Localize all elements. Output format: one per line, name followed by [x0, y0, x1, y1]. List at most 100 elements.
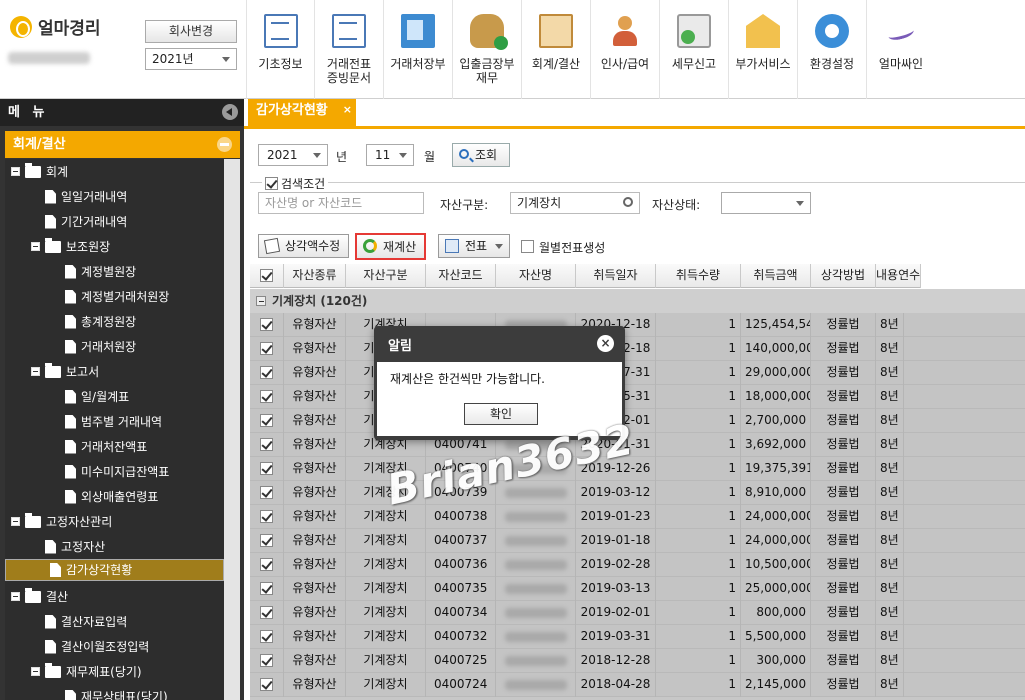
table-row[interactable]: 유형자산 기계장치 0400738 2019-01-23 1 24,000,000 정률법 8…	[250, 505, 1025, 529]
search-icon[interactable]	[623, 197, 633, 207]
toolbar-item-8[interactable]: 부가서비스	[728, 0, 797, 99]
row-checkbox-cell[interactable]	[250, 505, 284, 529]
column-header[interactable]: 자산구분	[346, 264, 426, 288]
row-checkbox-cell[interactable]	[250, 577, 284, 601]
row-checkbox[interactable]	[260, 510, 273, 523]
change-company-button[interactable]: 회사변경	[145, 20, 237, 43]
row-checkbox-cell[interactable]	[250, 361, 284, 385]
year-select[interactable]: 2021	[258, 144, 328, 166]
row-checkbox-cell[interactable]	[250, 409, 284, 433]
group-row[interactable]: 기계장치 (120건)	[250, 289, 1025, 313]
tree-item[interactable]: 범주별 거래내역	[51, 409, 162, 434]
tree-item[interactable]: 일/월계표	[51, 384, 129, 409]
row-checkbox-cell[interactable]	[250, 601, 284, 625]
column-header[interactable]: 내용연수	[876, 264, 922, 288]
collapse-icon[interactable]	[31, 242, 40, 251]
recalculate-button[interactable]: 재계산	[355, 233, 427, 260]
sidebar-section-header[interactable]: 회계/결산	[5, 131, 240, 158]
row-checkbox-cell[interactable]	[250, 385, 284, 409]
collapse-icon[interactable]	[31, 667, 40, 676]
table-row[interactable]: 유형자산기계장치2020-12-181140,000,000정률법8년	[250, 337, 1025, 361]
row-checkbox[interactable]	[260, 582, 273, 595]
voucher-button[interactable]: 전표	[438, 234, 511, 258]
row-checkbox[interactable]	[260, 318, 273, 331]
tree-item[interactable]: 외상매출연령표	[51, 484, 158, 509]
column-header[interactable]: 상각방법	[811, 264, 876, 288]
fiscal-year-select[interactable]: 2021년	[145, 48, 237, 70]
collapse-group-icon[interactable]	[256, 296, 266, 306]
tree-folder[interactable]: 회계	[11, 159, 68, 184]
tree-item[interactable]: 계정별거래처원장	[51, 284, 169, 309]
toolbar-item-9[interactable]: 환경설정	[797, 0, 866, 99]
search-button[interactable]: 조회	[452, 143, 510, 167]
table-row[interactable]: 유형자산기계장치2020-05-31118,000,000정률법8년	[250, 385, 1025, 409]
tree-item[interactable]: 거래처잔액표	[51, 434, 147, 459]
row-checkbox-cell[interactable]	[250, 553, 284, 577]
table-row[interactable]: 유형자산 기계장치 0400732 2019-03-31 1 5,500,000 정률법 8년	[250, 625, 1025, 649]
toolbar-item-4[interactable]: 입출금장부 재무	[452, 0, 521, 99]
column-header[interactable]: 자산코드	[426, 264, 496, 288]
tree-item[interactable]: 미수미지급잔액표	[51, 459, 169, 484]
close-tab-icon[interactable]: ×	[343, 98, 352, 122]
row-checkbox[interactable]	[260, 534, 273, 547]
table-row[interactable]: 유형자산 기계장치 0400724 2018-04-28 1 2,145,000 정률법 8년	[250, 673, 1025, 697]
table-row[interactable]: 유형자산기계장치2020-02-0112,700,000정률법8년	[250, 409, 1025, 433]
table-row[interactable]: 유형자산 기계장치 0400736 2019-02-28 1 10,500,000 정률법 8…	[250, 553, 1025, 577]
toolbar-item-3[interactable]: 거래처장부	[383, 0, 452, 99]
toolbar-item-6[interactable]: 인사/급여	[590, 0, 659, 99]
tree-item[interactable]: 총계정원장	[51, 309, 136, 334]
row-checkbox[interactable]	[260, 342, 273, 355]
toolbar-item-7[interactable]: 세무신고	[659, 0, 728, 99]
column-header[interactable]: 취득일자	[576, 264, 656, 288]
table-row[interactable]: 유형자산 기계장치 0400737 2019-01-18 1 24,000,000 정률법 8…	[250, 529, 1025, 553]
asset-type-input[interactable]: 기계장치	[510, 192, 640, 214]
column-header[interactable]: 자산명	[496, 264, 576, 288]
search-conditions-checkbox[interactable]	[265, 177, 278, 190]
tree-folder[interactable]: 보조원장	[31, 234, 110, 259]
select-all-checkbox[interactable]	[260, 269, 273, 282]
tree-item[interactable]: 계정별원장	[51, 259, 136, 284]
column-header[interactable]: 취득금액	[741, 264, 811, 288]
tree-item[interactable]: 감가상각현황	[5, 559, 224, 581]
ok-button[interactable]: 확인	[464, 403, 538, 425]
row-checkbox[interactable]	[260, 678, 273, 691]
collapse-icon[interactable]	[11, 167, 20, 176]
table-row[interactable]: 유형자산 기계장치 0400734 2019-02-01 1 800,000 정률법 8년	[250, 601, 1025, 625]
table-row[interactable]: 유형자산 기계장치 0400735 2019-03-13 1 25,000,000 정률법 8…	[250, 577, 1025, 601]
row-checkbox[interactable]	[260, 630, 273, 643]
asset-search-input[interactable]: 자산명 or 자산코드	[258, 192, 424, 214]
row-checkbox[interactable]	[260, 606, 273, 619]
table-row[interactable]: 유형자산기계장치2020-12-181125,454,546정률법8년	[250, 313, 1025, 337]
toolbar-item-2[interactable]: 거래전표 증빙문서	[314, 0, 383, 99]
table-row[interactable]: 유형자산 기계장치 0400725 2018-12-28 1 300,000 정률법 8년	[250, 649, 1025, 673]
tree-folder[interactable]: 고정자산관리	[11, 509, 112, 534]
tree-folder[interactable]: 보고서	[31, 359, 99, 384]
collapse-icon[interactable]	[11, 592, 20, 601]
table-row[interactable]: 유형자산 기계장치 0400741 2020-01-31 1 3,692,000 정률법 8년	[250, 433, 1025, 457]
row-checkbox-cell[interactable]	[250, 481, 284, 505]
section-collapse-icon[interactable]	[217, 137, 232, 152]
toolbar-item-1[interactable]: 기초정보	[246, 0, 314, 99]
tree-item[interactable]: 결산이월조정입력	[31, 634, 149, 659]
collapse-icon[interactable]	[31, 367, 40, 376]
monthly-voucher-checkbox[interactable]	[521, 240, 534, 253]
row-checkbox-cell[interactable]	[250, 457, 284, 481]
row-checkbox-cell[interactable]	[250, 433, 284, 457]
tree-item[interactable]: 기간거래내역	[31, 209, 127, 234]
column-header[interactable]: 취득수량	[656, 264, 741, 288]
row-checkbox[interactable]	[260, 462, 273, 475]
tree-item[interactable]: 결산자료입력	[31, 609, 127, 634]
asset-status-select[interactable]	[721, 192, 811, 214]
edit-depreciation-button[interactable]: 상각액수정	[258, 234, 350, 258]
row-checkbox-cell[interactable]	[250, 649, 284, 673]
tree-folder[interactable]: 재무제표(당기)	[31, 659, 142, 684]
column-header[interactable]: 자산종류	[284, 264, 346, 288]
row-checkbox-cell[interactable]	[250, 625, 284, 649]
tree-item[interactable]: 재무상태표(당기)	[51, 684, 168, 700]
collapse-icon[interactable]	[11, 517, 20, 526]
close-icon[interactable]: ×	[597, 335, 614, 352]
tab-depreciation-status[interactable]: 감가상각현황 ×	[248, 99, 356, 126]
collapse-menu-icon[interactable]	[222, 104, 238, 120]
tree-item[interactable]: 거래처원장	[51, 334, 136, 359]
row-checkbox[interactable]	[260, 486, 273, 499]
